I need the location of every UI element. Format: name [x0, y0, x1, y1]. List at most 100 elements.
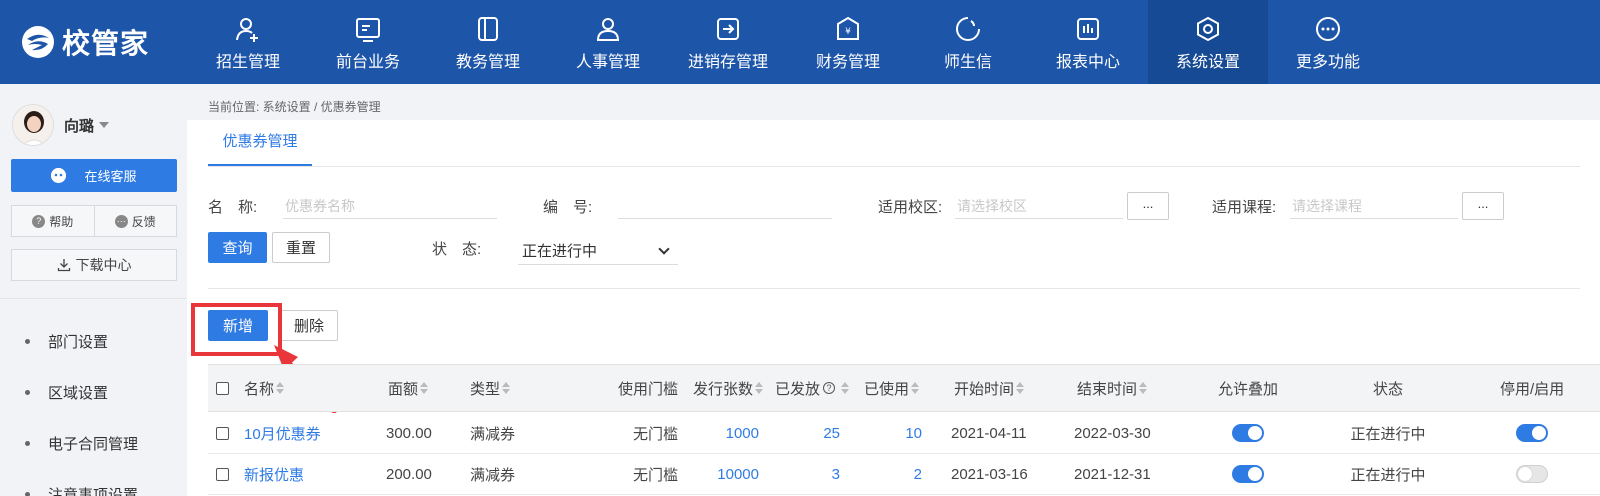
coupon-name-input[interactable] [283, 193, 497, 219]
col-type[interactable]: 类型 [470, 365, 511, 411]
user-name: 向璐 [64, 117, 95, 135]
select-all-checkbox[interactable] [216, 381, 229, 395]
bullet-icon [25, 492, 30, 496]
enable-toggle[interactable] [1516, 424, 1548, 442]
cell-issued[interactable]: 3 [768, 454, 840, 494]
col-used[interactable]: 已使用 [864, 365, 920, 411]
sidebar-menu-label: 电子合同管理 [48, 436, 139, 453]
stack-toggle-cell[interactable] [1208, 413, 1288, 453]
caret-down-icon[interactable] [99, 122, 110, 128]
row-checkbox[interactable] [216, 467, 229, 481]
feedback-button[interactable]: ··· 反馈 [95, 206, 177, 236]
help-circle-icon[interactable]: ? [823, 382, 836, 394]
cell-status: 正在进行中 [1350, 466, 1426, 484]
nav-item-label: 更多功能 [1295, 54, 1360, 71]
sidebar-menu-item[interactable]: 部门设置 [0, 316, 187, 367]
nav-item-label: 报表中心 [1055, 54, 1120, 71]
online-service-button[interactable]: 在线客服 [11, 159, 177, 192]
nav-item-label: 师生信 [943, 54, 992, 71]
avatar[interactable] [12, 104, 54, 146]
select-all-checkbox-cell[interactable] [216, 365, 229, 411]
status-filter-label: 状 态: [432, 241, 482, 258]
col-issue-count[interactable]: 发行张数 [693, 365, 764, 411]
bullet-icon [25, 339, 30, 344]
col-start[interactable]: 开始时间 [954, 365, 1025, 411]
sort-icon[interactable] [276, 382, 285, 394]
col-issued[interactable]: 已发放? [775, 365, 850, 411]
table-row[interactable]: 10月优惠券 300.00 满减券 无门槛 1000 25 10 2021-04-11 2022… [208, 413, 1600, 454]
row-checkbox-cell[interactable] [216, 413, 229, 453]
sidebar-menu-label: 区域设置 [48, 385, 109, 402]
campus-picker-button[interactable]: ... [1127, 192, 1169, 220]
cell-used[interactable]: 10 [848, 413, 922, 453]
cell-issue-count[interactable]: 1000 [688, 413, 759, 453]
reset-button[interactable]: 重置 [272, 232, 330, 263]
col-amount[interactable]: 面额 [388, 365, 429, 411]
finance-icon: ¥ [837, 16, 859, 40]
status-select[interactable]: 正在进行中 [518, 237, 678, 265]
sidebar: 向璐 在线客服 ? 帮助 ··· 反馈 下载中心 部门设置区域设置电子合同管理注意事… [0, 84, 187, 496]
campus-input[interactable] [955, 193, 1123, 219]
cell-end: 2022-03-30 [1074, 424, 1151, 442]
nav-item-9[interactable]: 更多功能 [1268, 0, 1388, 84]
sort-icon[interactable] [841, 382, 850, 394]
col-threshold: 使用门槛 [608, 365, 678, 411]
table-header: 名称 面额 类型 使用门槛 发行张数 已发放? 已使用 开始时间 结束时间 允许… [208, 364, 1600, 412]
cell-issue-count[interactable]: 10000 [688, 454, 759, 494]
coupon-name-link[interactable]: 新报优惠 [244, 454, 304, 494]
nav-item-5[interactable]: ¥ 财务管理 [788, 0, 908, 84]
sort-icon[interactable] [1016, 382, 1025, 394]
course-picker-button[interactable]: ... [1462, 192, 1504, 220]
nav-item-6[interactable]: 师生信 [908, 0, 1028, 84]
col-status: 状态 [1328, 365, 1448, 411]
sort-icon[interactable] [502, 382, 511, 394]
sort-icon[interactable] [911, 382, 920, 394]
nav-item-7[interactable]: 报表中心 [1028, 0, 1148, 84]
sidebar-menu-item[interactable]: 区域设置 [0, 367, 187, 418]
col-amount-label: 面额 [388, 380, 419, 398]
stack-toggle-cell[interactable] [1208, 454, 1288, 494]
cell-start: 2021-04-11 [951, 424, 1027, 442]
row-checkbox-cell[interactable] [216, 454, 229, 494]
nav-item-2[interactable]: 教务管理 [428, 0, 548, 84]
nav-item-8[interactable]: 系统设置 [1148, 0, 1268, 84]
download-label: 下载中心 [75, 257, 132, 273]
cell-used[interactable]: 2 [848, 454, 922, 494]
course-input[interactable] [1290, 193, 1458, 219]
table-row[interactable]: 新报优惠 200.00 满减券 无门槛 10000 3 2 2021-03-16 2021-12… [208, 454, 1600, 495]
headset-icon [51, 168, 67, 183]
stack-toggle[interactable] [1232, 424, 1264, 442]
tab-coupon-management[interactable]: 优惠券管理 [208, 130, 312, 166]
coupon-code-input[interactable] [618, 193, 832, 219]
cell-end: 2021-12-31 [1074, 465, 1151, 483]
chevron-down-icon [658, 242, 670, 255]
user-profile[interactable]: 向璐 [12, 104, 110, 146]
enable-toggle-cell[interactable] [1516, 454, 1548, 494]
row-checkbox[interactable] [216, 426, 229, 440]
col-name[interactable]: 名称 [244, 365, 285, 411]
nav-item-0[interactable]: 招生管理 [188, 0, 308, 84]
col-end[interactable]: 结束时间 [1077, 365, 1148, 411]
enable-toggle-cell[interactable] [1516, 413, 1548, 453]
col-start-label: 开始时间 [954, 380, 1015, 398]
download-center-button[interactable]: 下载中心 [11, 249, 177, 281]
bullet-icon [25, 390, 30, 395]
enable-toggle[interactable] [1516, 465, 1548, 483]
help-button[interactable]: ? 帮助 [12, 206, 95, 236]
sort-icon[interactable] [420, 382, 429, 394]
nav-item-label: 招生管理 [215, 54, 280, 71]
delete-button[interactable]: 删除 [280, 310, 338, 341]
nav-item-1[interactable]: 前台业务 [308, 0, 428, 84]
app-logo[interactable]: 校管家 [20, 22, 149, 62]
query-button[interactable]: 查询 [208, 232, 267, 263]
nav-item-4[interactable]: 进销存管理 [668, 0, 788, 84]
coupon-name-link[interactable]: 10月优惠券 [244, 413, 321, 453]
sidebar-menu-item[interactable]: 注意事项设置 [0, 469, 187, 496]
sidebar-menu-item[interactable]: 电子合同管理 [0, 418, 187, 469]
sort-icon[interactable] [755, 382, 764, 394]
nav-item-3[interactable]: 人事管理 [548, 0, 668, 84]
stack-toggle[interactable] [1232, 465, 1264, 483]
cell-issued[interactable]: 25 [768, 413, 840, 453]
col-end-label: 结束时间 [1077, 380, 1138, 398]
sort-icon[interactable] [1139, 382, 1148, 394]
